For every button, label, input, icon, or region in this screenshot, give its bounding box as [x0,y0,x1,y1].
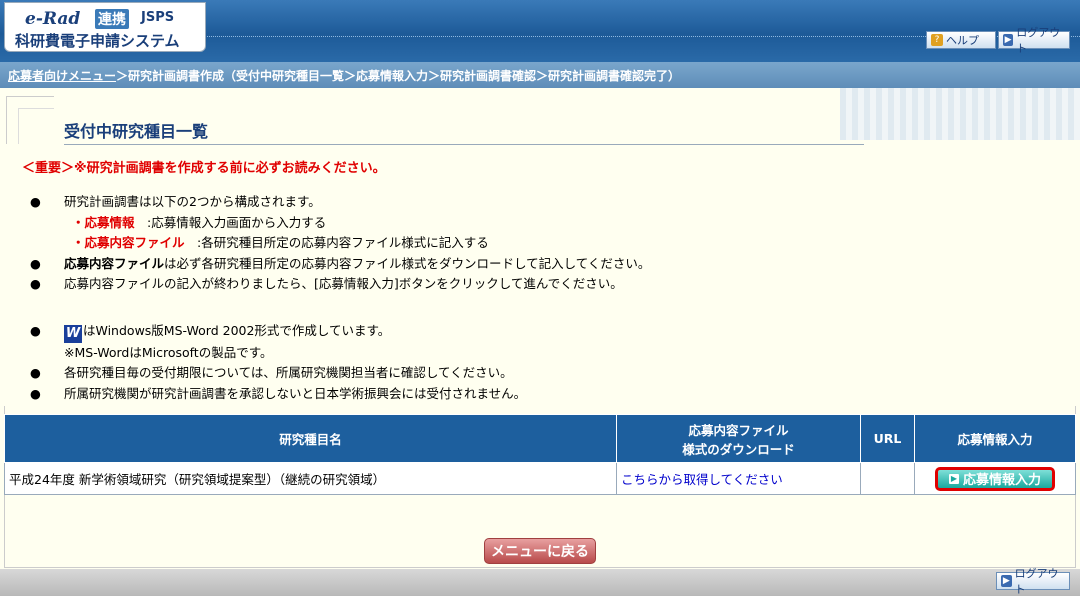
help-icon: ? [931,34,943,46]
list-item: ● 研究計画調書は以下の2つから構成されます。 [30,194,321,209]
notes-list: ● 研究計画調書は以下の2つから構成されます。 ・応募情報 :応募情報入力画面から… [24,192,1024,404]
logout-button-bottom[interactable]: ▶ ログアウト [996,567,1070,596]
logo: e-Rad 連携 JSPS 科研費電子申請システム [4,2,206,52]
list-item: ● 応募内容ファイルの記入が終わりましたら、[応募情報入力]ボタンをクリックして進… [30,276,623,291]
back-to-menu-button[interactable]: メニューに戻る [484,538,596,564]
breadcrumb: 応募者向けメニュー ＞研究計画調書作成（受付中研究種目一覧＞応募情報入力＞研究計… [0,62,1080,88]
list-item: ・応募情報 :応募情報入力画面から入力する [72,214,327,230]
table-row: 平成24年度 新学術領域研究（研究領域提案型）（継続の研究領域） こちらから取得… [4,462,1076,495]
important-notice: ＜重要＞※研究計画調書を作成する前に必ずお読みください。 [22,161,386,176]
logo-erad-text: e-Rad [25,9,81,29]
logo-jsps-text: JSPS [141,10,175,25]
footer-bar: ▶ ログアウト [0,567,1080,596]
breadcrumb-link-menu[interactable]: 応募者向けメニュー [8,67,116,84]
logout-label: ログアウト [1016,26,1061,55]
header-bar: e-Rad 連携 JSPS 科研費電子申請システム ? ヘルプ ▶ ログアウト [0,0,1080,62]
list-item: ● W はWindows版MS-Word 2002形式で作成しています。 [30,322,391,343]
apply-info-input-button[interactable]: ▶ 応募情報入力 [935,466,1055,491]
download-link[interactable]: こちらから取得してください [616,462,861,495]
help-label: ヘルプ [946,34,979,47]
column-header-input: 応募情報入力 [914,414,1076,463]
arrow-icon: ▶ [948,473,959,484]
logout-button-top[interactable]: ▶ ログアウト [998,26,1070,55]
list-item: ● 応募内容ファイルは必ず各研究種目所定の応募内容ファイル様式をダウンロードして記… [30,255,651,271]
logo-renkei-text: 連携 [95,9,129,29]
decorative-pattern [840,88,1080,140]
logout-label: ログアウト [1014,567,1059,596]
list-item: ※MS-WordはMicrosoftの製品です。 [64,344,273,360]
list-item: ・応募内容ファイル :各研究種目所定の応募内容ファイル様式に記入する [72,235,489,250]
word-icon: W [64,324,82,343]
list-item: ● 所属研究機関が研究計画調書を承認しないと日本学術振興会には受付されません。 [30,385,527,401]
input-cell: ▶ 応募情報入力 [914,462,1076,495]
column-header-download: 応募内容ファイル 様式のダウンロード [616,414,861,463]
help-button[interactable]: ? ヘルプ [926,31,996,49]
column-header-url: URL [860,414,915,463]
title-decoration-inner [18,108,54,144]
logo-system-name: 科研費電子申請システム [15,32,180,50]
breadcrumb-path: ＞研究計画調書作成（受付中研究種目一覧＞応募情報入力＞研究計画調書確認＞研究計画… [116,68,681,83]
research-type-table: 研究種目名 応募内容ファイル 様式のダウンロード URL 応募情報入力 平成24… [4,414,1076,495]
list-item: ● 各研究種目毎の受付期限については、所属研究機関担当者に確認してください。 [30,365,513,380]
page-title: 受付中研究種目一覧 [64,118,864,145]
research-type-name: 平成24年度 新学術領域研究（研究領域提案型）（継続の研究領域） [4,462,617,495]
logout-icon: ▶ [1003,34,1014,46]
url-cell [860,462,915,495]
column-header-name: 研究種目名 [4,414,617,463]
logout-icon: ▶ [1001,575,1012,587]
